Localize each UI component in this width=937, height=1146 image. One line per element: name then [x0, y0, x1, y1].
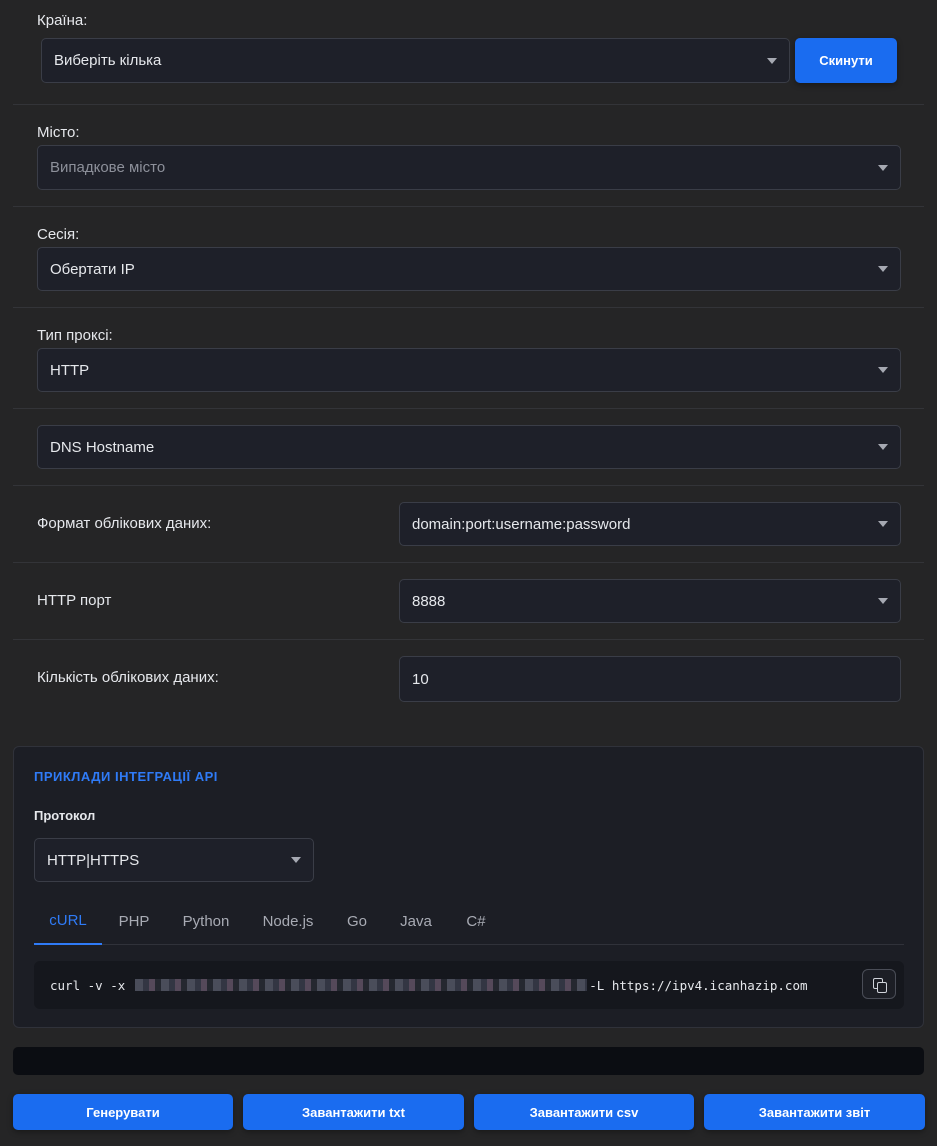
tab-go[interactable]: Go: [338, 897, 376, 945]
download-report-button[interactable]: Завантажити звіт: [704, 1094, 925, 1130]
tab-csharp[interactable]: C#: [458, 897, 494, 945]
chevron-down-icon: [767, 57, 777, 64]
output-bar: [13, 1047, 924, 1075]
language-tabs: cURL PHP Python Node.js Go Java C#: [34, 897, 904, 945]
tab-php[interactable]: PHP: [112, 897, 156, 945]
api-integration-card: ПРИКЛАДИ ІНТЕГРАЦІЇ API Протокол HTTP|HT…: [13, 746, 924, 1028]
code-snippet: curl -v -x -L https://ipv4.icanhazip.com: [34, 961, 904, 1009]
protocol-select[interactable]: HTTP|HTTPS: [34, 838, 314, 882]
tab-curl[interactable]: cURL: [34, 897, 102, 945]
reset-button[interactable]: Скинути: [795, 38, 897, 83]
redacted-credentials: [135, 979, 588, 991]
divider: [13, 206, 924, 207]
chevron-down-icon: [878, 444, 888, 450]
divider: [13, 104, 924, 105]
country-label: Країна:: [37, 12, 88, 29]
chevron-down-icon: [291, 857, 301, 863]
divider: [13, 307, 924, 308]
session-label: Сесія:: [37, 226, 80, 243]
protocol-select-value: HTTP|HTTPS: [47, 851, 140, 869]
credential-count-value: 10: [412, 670, 429, 688]
credential-count-input[interactable]: 10: [399, 656, 901, 702]
country-select[interactable]: Виберіть кілька: [41, 38, 790, 83]
city-select-placeholder: Випадкове місто: [50, 159, 166, 176]
code-prefix: curl -v -x: [50, 977, 126, 993]
divider: [13, 485, 924, 486]
tab-python[interactable]: Python: [174, 897, 238, 945]
tab-java[interactable]: Java: [392, 897, 440, 945]
chevron-down-icon: [878, 164, 888, 171]
chevron-down-icon: [878, 521, 888, 527]
country-select-value: Виберіть кілька: [54, 52, 162, 69]
divider: [13, 639, 924, 640]
session-select-value: Обертати IP: [50, 260, 135, 278]
city-label: Місто:: [37, 124, 80, 141]
chevron-down-icon: [878, 367, 888, 373]
proxy-type-select-value: HTTP: [50, 361, 90, 379]
http-port-select[interactable]: 8888: [399, 579, 901, 623]
download-csv-button[interactable]: Завантажити csv: [474, 1094, 694, 1130]
http-port-select-value: 8888: [412, 592, 446, 610]
host-select-value: DNS Hostname: [50, 438, 155, 456]
credential-format-select[interactable]: domain:port:username:password: [399, 502, 901, 546]
city-select[interactable]: Випадкове місто: [37, 145, 901, 190]
credential-format-label: Формат облікових даних:: [37, 515, 212, 532]
host-select[interactable]: DNS Hostname: [37, 425, 901, 469]
copy-button[interactable]: [862, 969, 896, 999]
api-section-title: ПРИКЛАДИ ІНТЕГРАЦІЇ API: [34, 769, 218, 784]
divider: [13, 562, 924, 563]
session-select[interactable]: Обертати IP: [37, 247, 901, 291]
protocol-label: Протокол: [34, 808, 96, 823]
tab-nodejs[interactable]: Node.js: [256, 897, 320, 945]
credential-count-label: Кількість облікових даних:: [37, 669, 219, 686]
chevron-down-icon: [878, 598, 888, 604]
credential-format-select-value: domain:port:username:password: [412, 515, 631, 533]
divider: [13, 408, 924, 409]
chevron-down-icon: [878, 266, 888, 272]
proxy-type-select[interactable]: HTTP: [37, 348, 901, 392]
http-port-label: HTTP порт: [37, 592, 112, 609]
download-txt-button[interactable]: Завантажити txt: [243, 1094, 464, 1130]
proxy-type-label: Тип проксі:: [37, 327, 113, 344]
generate-button[interactable]: Генерувати: [13, 1094, 233, 1130]
code-suffix: -L https://ipv4.icanhazip.com: [589, 977, 808, 993]
